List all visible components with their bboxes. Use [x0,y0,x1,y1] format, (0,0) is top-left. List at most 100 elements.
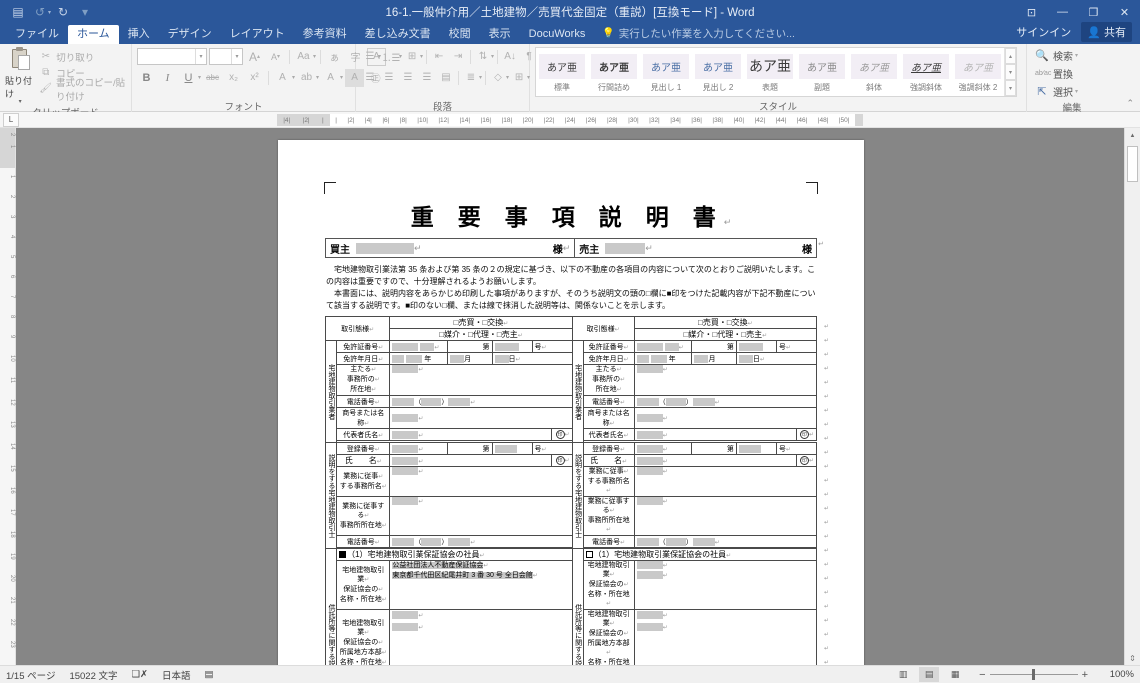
license-no-value-right[interactable] [735,340,777,353]
change-case-icon[interactable]: Aa [294,48,313,66]
undo-icon[interactable]: ↺ [30,2,50,22]
borders-icon[interactable]: ⊞ [510,69,528,86]
text-highlight-icon[interactable]: ab [297,69,316,87]
main-office-field-left[interactable]: ↵ [389,364,573,396]
replace-button[interactable]: ab⁄ac 置換 [1035,65,1073,82]
minimize-button[interactable]: — [1047,0,1078,24]
agent-office-field-right[interactable]: ↵ [633,466,818,497]
change-case-caret-icon[interactable]: ▾ [313,53,316,60]
table-row[interactable]: 代表者氏名↵ ↵ 印 ↵ 代表者氏名↵ ↵ 印 ↵ [326,428,818,441]
web-layout-button[interactable]: ▦ [945,667,965,682]
agent-phone-field-left[interactable]: （） ↵ [389,535,573,548]
format-painter-button[interactable]: 🖌 書式のコピー/貼り付け [39,78,126,103]
intro-paragraphs[interactable]: 宅地建物取引業法第 35 条および第 35 条の２の規定に基づき、以下の不動産の… [326,264,816,311]
numbering-icon[interactable]: ⒈☰ [382,48,401,65]
tell-me-search[interactable]: 💡 実行したい作業を入力してください... [602,26,795,44]
scroll-up-icon[interactable]: ▲ [1125,128,1140,144]
styles-scroll[interactable]: ▴ ▾ ▾ [1004,48,1016,96]
table-row[interactable]: 取引態様↵ □売買・□交換↵ 取引態様↵ □売買・□交換↵ [324,316,818,341]
font-color-caret-icon[interactable]: ▾ [340,74,343,81]
registration-no-value-right[interactable] [735,442,777,455]
word-count[interactable]: 15022 文字 [69,668,117,682]
table-row[interactable]: 主たる↵ 事務所の↵ 所在地↵ ↵ 主たる↵ 事務所の↵ 所在地↵ ↵ [326,364,818,396]
strikethrough-icon[interactable]: abc [203,69,222,87]
important-matters-table[interactable]: 取引態様↵ □売買・□交換↵ 取引態様↵ □売買・□交換↵ □媒介・□代理・□売… [324,316,818,665]
share-button[interactable]: 👤 共有 [1081,22,1132,42]
zoom-slider[interactable]: − + [975,669,1092,681]
phone-field-left[interactable]: （） ↵ [389,395,573,408]
license-month-right[interactable]: 月 [691,352,737,365]
seller-value-field[interactable] [605,242,646,254]
agent-phone-field-right[interactable]: （） ↵ [633,535,818,548]
license-day-left[interactable]: 日↵ [491,352,573,365]
tab-stop-selector[interactable]: L [3,112,19,127]
table-row[interactable]: 宅地建物取引業者 免許証番号↵ ↵ 第 号↵ 宅地建物取引業者 免許証番号↵ ↵… [324,340,818,443]
align-left-icon[interactable]: ☰ [361,69,379,86]
document-canvas[interactable]: 重 要 事 項 説 明 書↵ 買主 ↵ 様 ↵ 売主 ↵ 様 ↵ 宅地建物取引業… [17,128,1123,665]
page-navigation-icon[interactable]: ⇕ [1125,654,1140,663]
italic-icon[interactable]: I [158,69,177,87]
text-highlight-caret-icon[interactable]: ▾ [316,74,319,81]
macro-icon[interactable]: ▤ [205,669,214,680]
representative-field-left[interactable]: ↵ [389,428,553,441]
styles-scroll-down-icon[interactable]: ▾ [1005,64,1016,80]
sort-caret-icon[interactable]: ▾ [491,53,494,60]
tab-home[interactable]: ホーム [68,25,119,44]
style-item-6[interactable]: あア亜 斜体 [848,48,900,96]
table-row[interactable]: 免許年月日↵ 年 月 日↵ 免許年月日↵ 年 月 日↵ [326,352,818,365]
assoc-value-right[interactable]: ↵ ↵ [633,560,818,610]
select-caret-icon[interactable]: ▾ [1075,88,1078,95]
table-row[interactable]: 宅地建物取引業↵ 保証協会の↵ 所属地方本部↵ 名称・所在地↵ ↵ ↵ 宅地建物取引業↵… [326,609,818,665]
font-size-caret-icon[interactable]: ▾ [231,49,242,64]
table-row[interactable]: □媒介・□代理・□売主↵ □媒介・□代理・□売主↵ [326,328,818,341]
shading-icon[interactable]: ◇ [489,69,507,86]
vertical-scrollbar[interactable]: ▲ ⇕ [1124,128,1140,665]
deposit-heading1-left[interactable]: （1）宅地建物取引業保証協会の社員↵ [336,548,573,561]
sign-in-link[interactable]: サインイン [1016,24,1071,40]
zoom-level[interactable]: 100% [1102,669,1134,680]
ribbon-display-options-icon[interactable]: ⊡ [1016,0,1047,24]
tab-docuworks[interactable]: DocuWorks [520,25,595,44]
tab-review[interactable]: 校閲 [440,25,480,44]
undo-caret-icon[interactable]: ▾ [48,9,51,16]
registration-no-field-right[interactable]: ↵ [633,442,693,455]
transaction-type-line2-left[interactable]: □媒介・□代理・□売主↵ [389,328,573,341]
registration-no-field-left[interactable]: ↵ [389,442,449,455]
assoc-branch-value-left[interactable]: ↵ ↵ [389,609,573,665]
styles-scroll-up-icon[interactable]: ▴ [1005,48,1016,64]
zoom-thumb[interactable] [1031,669,1035,680]
license-no-field-left[interactable]: ↵ [389,340,449,353]
redo-icon[interactable]: ↻ [53,2,73,22]
cut-button[interactable]: ✂ 切り取り [39,49,126,64]
line-spacing-caret-icon[interactable]: ▾ [479,74,482,81]
underline-icon[interactable]: U [179,69,198,87]
tab-file[interactable]: ファイル [6,25,68,44]
superscript-icon[interactable]: x² [245,69,264,87]
table-row[interactable]: 業務に従事する↵ 事務所所在地↵ ↵ 業務に従事する↵ 事務所所在地↵ ↵ [326,496,818,536]
increase-indent-icon[interactable]: ⇥ [449,48,467,65]
tab-insert[interactable]: 挿入 [119,25,159,44]
font-color-icon[interactable]: A [321,69,340,87]
language-indicator[interactable]: 日本語 [162,668,191,682]
page-indicator[interactable]: 1/15 ページ [6,668,55,682]
style-item-2[interactable]: あア亜 見出し 1 [640,48,692,96]
table-row[interactable]: 電話番号↵ （） ↵ 電話番号↵ （） ↵ [326,535,818,548]
save-icon[interactable]: ▤ [8,2,28,22]
bullets-icon[interactable]: ☰ [361,48,379,65]
align-right-icon[interactable]: ☰ [399,69,417,86]
shading-caret-icon[interactable]: ▾ [506,74,509,81]
select-button[interactable]: ⇱ 選択 ▾ [1035,83,1078,100]
phone-field-right[interactable]: （） ↵ [633,395,818,408]
read-mode-button[interactable]: ▥ [893,667,913,682]
phonetic-guide-icon[interactable]: ぁ [325,48,344,66]
agent-name-field-left[interactable]: ↵ [389,454,553,467]
tab-layout[interactable]: レイアウト [221,25,294,44]
decrease-indent-icon[interactable]: ⇤ [430,48,448,65]
table-row[interactable]: 説明をする宅地建物取引士 登録番号↵ ↵ 第 号↵ 説明をする宅地建物取引士 登… [324,442,818,549]
deposit-heading1-right[interactable]: （1）宅地建物取引業保証協会の社員↵ [582,548,818,561]
spellcheck-icon[interactable]: ❑✗ [132,669,148,680]
table-row[interactable]: 商号または名称↵ ↵ 商号または名称↵ ↵ [326,407,818,429]
agent-office-addr-field-right[interactable]: ↵ [633,496,818,536]
table-row[interactable]: 電話番号↵ （） ↵ 電話番号↵ （） ↵ [326,395,818,408]
table-row[interactable]: 供託所等に関する説明 （1）宅地建物取引業保証協会の社員↵ 供託所等に関する説明… [324,548,818,665]
